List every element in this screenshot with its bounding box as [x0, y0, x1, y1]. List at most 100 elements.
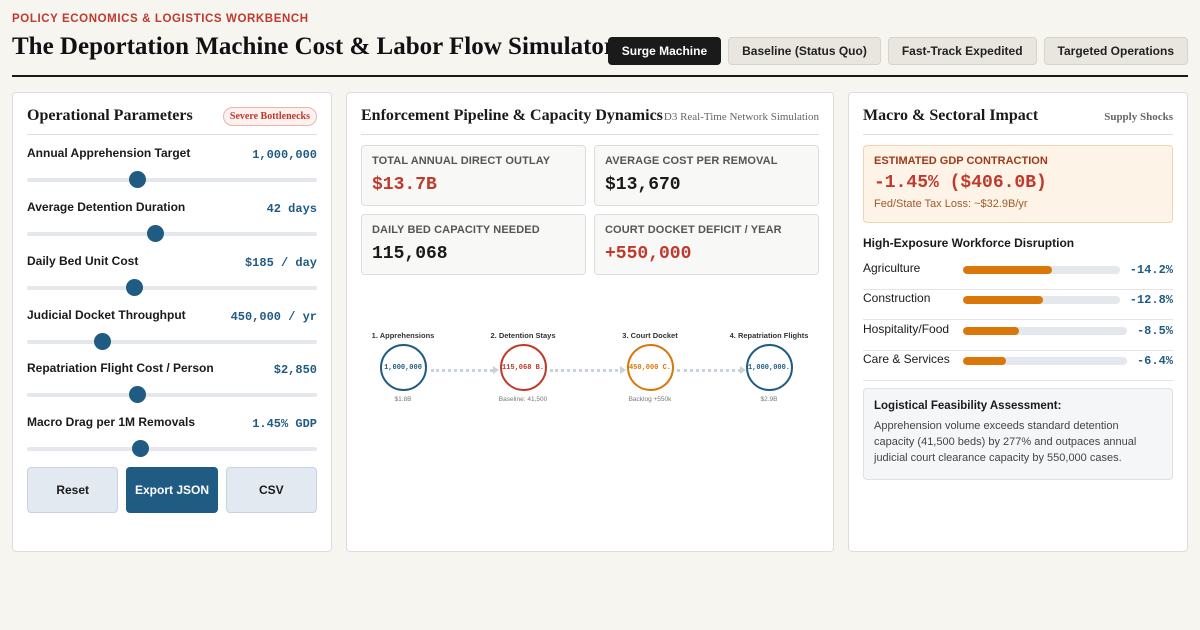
scenario-targeted-button[interactable]: Targeted Operations	[1043, 37, 1188, 65]
param-bed-unit-cost: Daily Bed Unit Cost $185 / day	[27, 254, 317, 300]
sector-label: Agriculture	[863, 261, 921, 275]
flow-node-detention[interactable]: 2. Detention Stays 115,068 B. Baseline: …	[473, 331, 573, 403]
assessment-text: Apprehension volume exceeds standard det…	[874, 420, 1137, 464]
node-caption: $1.8B	[394, 396, 412, 403]
panel-header: Operational Parameters Severe Bottleneck…	[27, 107, 317, 135]
param-detention-duration: Average Detention Duration 42 days	[27, 200, 317, 246]
slider-track[interactable]	[27, 340, 317, 344]
param-value: 450,000 / yr	[230, 310, 317, 324]
sector-label: Care & Services	[863, 352, 950, 366]
param-docket-throughput: Judicial Docket Throughput 450,000 / yr	[27, 308, 317, 354]
param-value: 42 days	[266, 202, 317, 216]
param-value: $185 / day	[244, 256, 317, 270]
param-apprehension-target: Annual Apprehension Target 1,000,000	[27, 146, 317, 192]
header-divider	[12, 75, 1188, 77]
slider-track[interactable]	[27, 178, 317, 182]
node-value: 1,000,000	[384, 363, 422, 372]
param-value: 1.45% GDP	[252, 417, 317, 431]
param-value: 1,000,000	[252, 148, 317, 162]
node-value: 115,068 B.	[501, 363, 544, 372]
metric-value: $13,670	[605, 175, 681, 195]
macro-impact-panel: Macro & Sectoral Impact Supply Shocks ES…	[848, 92, 1188, 552]
export-json-button[interactable]: Export JSON	[126, 467, 218, 513]
sector-bar-fill	[963, 266, 1053, 274]
workforce-row-care: Care & Services -6.4%	[863, 350, 1173, 381]
bottleneck-badge: Severe Bottlenecks	[222, 107, 317, 126]
reset-button[interactable]: Reset	[27, 467, 119, 513]
workforce-row-hospitality: Hospitality/Food -8.5%	[863, 320, 1173, 351]
node-label: 2. Detention Stays	[490, 331, 556, 340]
slider-track[interactable]	[27, 232, 317, 236]
slider-track[interactable]	[27, 286, 317, 290]
metric-label: Total Annual Direct Outlay	[372, 155, 551, 167]
node-caption: $2.9B	[760, 396, 778, 403]
sector-bar-fill	[963, 327, 1019, 335]
sector-bar-fill	[963, 296, 1044, 304]
node-circle: 1,000,000.	[745, 344, 793, 391]
flow-node-repatriation[interactable]: 4. Repatriation Flights 1,000,000. $2.9B	[719, 331, 819, 403]
metric-value: 115,068	[372, 244, 448, 264]
param-macro-drag: Macro Drag per 1M Removals 1.45% GDP	[27, 415, 317, 461]
panel-title: Operational Parameters	[27, 107, 193, 124]
slider-track[interactable]	[27, 393, 317, 397]
action-buttons: Reset Export JSON CSV	[27, 467, 317, 513]
slider-thumb[interactable]	[129, 171, 147, 188]
flow-node-apprehensions[interactable]: 1. Apprehensions 1,000,000 $1.8B	[353, 331, 453, 403]
param-label: Daily Bed Unit Cost	[27, 254, 139, 268]
param-label: Repatriation Flight Cost / Person	[27, 361, 214, 375]
node-circle: 450,000 C.	[626, 344, 674, 391]
page-eyebrow: POLICY ECONOMICS & LOGISTICS WORKBENCH	[12, 13, 309, 25]
scenario-baseline-button[interactable]: Baseline (Status Quo)	[728, 37, 881, 65]
sector-value: -14.2%	[1129, 263, 1173, 277]
slider-thumb[interactable]	[129, 386, 147, 403]
slider-thumb[interactable]	[94, 333, 112, 350]
csv-button[interactable]: CSV	[225, 467, 317, 513]
gdp-value: -1.45% ($406.0B)	[874, 173, 1047, 193]
metric-label: Court Docket Deficit / Year	[605, 224, 782, 236]
param-label: Average Detention Duration	[27, 200, 186, 214]
sector-value: -6.4%	[1136, 354, 1173, 368]
enforcement-pipeline-panel: Enforcement Pipeline & Capacity Dynamics…	[346, 92, 834, 552]
panel-subtitle: Supply Shocks	[1104, 111, 1173, 123]
workforce-title: High-Exposure Workforce Disruption	[863, 236, 1075, 250]
scenario-surge-button[interactable]: Surge Machine	[607, 37, 722, 65]
panel-title: Macro & Sectoral Impact	[863, 107, 1039, 124]
slider-thumb[interactable]	[132, 440, 150, 457]
node-circle: 115,068 B.	[499, 344, 547, 391]
sector-value: -12.8%	[1129, 293, 1173, 307]
slider-thumb[interactable]	[146, 225, 164, 242]
node-caption: Backlog +550k	[628, 396, 672, 403]
node-label: 4. Repatriation Flights	[729, 331, 809, 340]
metric-label: Average Cost Per Removal	[605, 155, 778, 167]
sector-bar	[963, 296, 1120, 304]
node-value: 450,000 C.	[628, 363, 671, 372]
sector-bar-fill	[963, 357, 1006, 365]
gdp-label: ESTIMATED GDP CONTRACTION	[874, 155, 1048, 167]
gdp-contraction-card: ESTIMATED GDP CONTRACTION -1.45% ($406.0…	[863, 145, 1173, 223]
param-label: Annual Apprehension Target	[27, 146, 191, 160]
node-label: 3. Court Docket	[622, 331, 678, 340]
tax-loss-text: Fed/State Tax Loss: ~$32.9B/yr	[874, 198, 1028, 210]
sector-label: Hospitality/Food	[863, 322, 950, 336]
slider-track[interactable]	[27, 447, 317, 451]
param-value: $2,850	[273, 363, 317, 377]
scenario-fast-track-button[interactable]: Fast-Track Expedited	[887, 37, 1037, 65]
metric-value: +550,000	[605, 244, 692, 264]
sector-bar	[963, 357, 1127, 365]
metric-card-bed-capacity: Daily Bed Capacity Needed 115,068	[361, 214, 586, 275]
pipeline-flow-diagram: 1. Apprehensions 1,000,000 $1.8B 2. Dete…	[361, 331, 821, 413]
metric-grid: Total Annual Direct Outlay $13.7B Averag…	[361, 145, 819, 275]
scenario-selector: Surge Machine Baseline (Status Quo) Fast…	[607, 37, 1188, 65]
node-circle: 1,000,000	[379, 344, 427, 391]
panel-header: Macro & Sectoral Impact Supply Shocks	[863, 107, 1173, 135]
operational-parameters-panel: Operational Parameters Severe Bottleneck…	[12, 92, 332, 552]
node-caption: Baseline: 41,500	[498, 396, 548, 403]
assessment-title: Logistical Feasibility Assessment:	[874, 400, 1062, 412]
flow-node-court-docket[interactable]: 3. Court Docket 450,000 C. Backlog +550k	[600, 331, 700, 403]
param-label: Macro Drag per 1M Removals	[27, 415, 196, 429]
metric-label: Daily Bed Capacity Needed	[372, 224, 540, 236]
workforce-row-agriculture: Agriculture -14.2%	[863, 259, 1173, 290]
param-label: Judicial Docket Throughput	[27, 308, 186, 322]
metric-card-cost-per-removal: Average Cost Per Removal $13,670	[594, 145, 819, 206]
slider-thumb[interactable]	[126, 279, 144, 296]
